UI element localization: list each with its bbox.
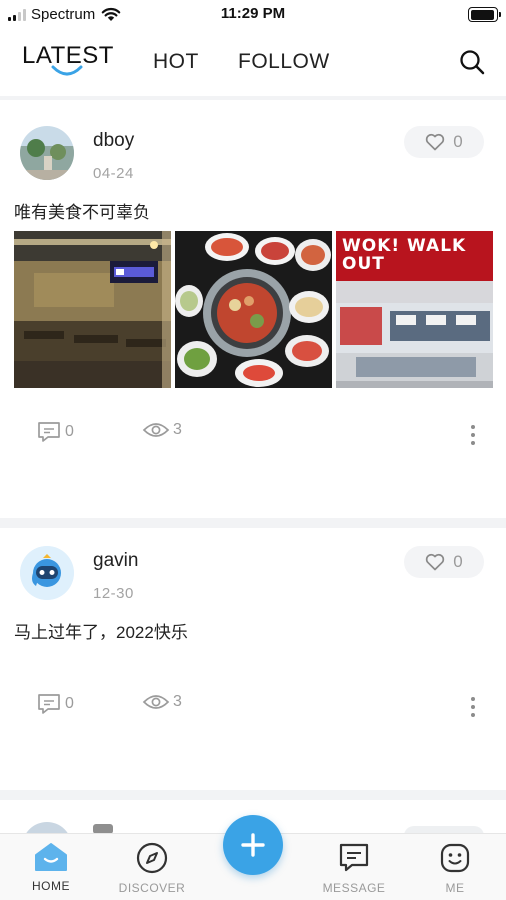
nav-home[interactable]: HOME (6, 842, 96, 893)
post-actions: 0 3 (0, 420, 506, 450)
plus-icon (241, 833, 265, 857)
post-actions: 0 3 (0, 692, 506, 722)
post-divider (0, 518, 506, 528)
nav-discover-label: DISCOVER (118, 881, 186, 895)
nav-message[interactable]: MESSAGE (309, 842, 399, 895)
views-indicator: 3 (142, 692, 182, 712)
view-count: 3 (173, 693, 182, 710)
avatar-photo-icon (20, 126, 74, 180)
like-button[interactable]: 0 (404, 126, 484, 158)
heart-icon (426, 553, 445, 571)
post-feed: dboy 04-24 0 唯有美食不可辜负 WOK! WALK OUT 0 3 … (0, 96, 506, 800)
battery-icon (468, 7, 501, 22)
more-options-icon[interactable] (468, 694, 478, 720)
eye-icon (142, 695, 170, 709)
comment-icon (38, 422, 60, 442)
post-image-hotpot[interactable] (175, 231, 332, 388)
comment-count: 0 (65, 423, 74, 440)
post-images: WOK! WALK OUT (14, 231, 493, 388)
comment-count: 0 (65, 695, 74, 712)
nav-message-label: MESSAGE (322, 881, 386, 895)
post-date: 04-24 (93, 165, 134, 182)
like-count: 0 (453, 552, 463, 571)
create-post-button[interactable] (223, 815, 283, 875)
tab-active-indicator (51, 65, 83, 76)
comment-button[interactable]: 0 (36, 692, 74, 716)
heart-icon (426, 133, 445, 151)
eye-icon (142, 423, 170, 437)
nav-me[interactable]: ME (410, 842, 500, 895)
post-image-storefront[interactable]: WOK! WALK OUT (336, 231, 493, 388)
post-text: 马上过年了，2022快乐 (14, 623, 188, 642)
post-divider (0, 790, 506, 800)
post-text: 唯有美食不可辜负 (14, 203, 150, 222)
post-username[interactable]: dboy (93, 130, 134, 152)
post-card[interactable]: gavin 12-30 0 马上过年了，2022快乐 0 3 (0, 528, 506, 790)
compass-icon (136, 842, 168, 874)
like-count: 0 (453, 132, 463, 151)
robot-avatar-icon (20, 546, 74, 600)
store-sign-text: WOK! WALK OUT (342, 236, 467, 274)
status-time: 11:29 PM (220, 5, 286, 22)
smiley-icon (440, 843, 470, 873)
comment-button[interactable]: 0 (36, 420, 74, 444)
post-image-restaurant[interactable] (14, 231, 171, 388)
battery-level (470, 9, 495, 20)
feed-tabs: LATEST HOT FOLLOW (0, 30, 506, 92)
nav-discover[interactable]: DISCOVER (107, 842, 197, 895)
tab-follow[interactable]: FOLLOW (238, 50, 330, 74)
search-icon[interactable] (458, 48, 486, 76)
avatar[interactable] (20, 546, 74, 600)
nav-me-label: ME (445, 881, 465, 895)
views-indicator: 3 (142, 420, 182, 440)
tab-hot[interactable]: HOT (153, 50, 199, 74)
post-username[interactable]: gavin (93, 550, 138, 572)
more-options-icon[interactable] (468, 422, 478, 448)
post-card[interactable]: dboy 04-24 0 唯有美食不可辜负 WOK! WALK OUT 0 3 (0, 100, 506, 518)
view-count: 3 (173, 421, 182, 438)
comment-icon (38, 694, 60, 714)
like-button[interactable]: 0 (404, 546, 484, 578)
status-bar: Spectrum 11:29 PM (0, 0, 506, 30)
nav-home-label: HOME (32, 879, 70, 893)
home-icon (35, 843, 67, 871)
post-date: 12-30 (93, 585, 134, 602)
avatar[interactable] (20, 126, 74, 180)
message-icon (339, 843, 369, 872)
